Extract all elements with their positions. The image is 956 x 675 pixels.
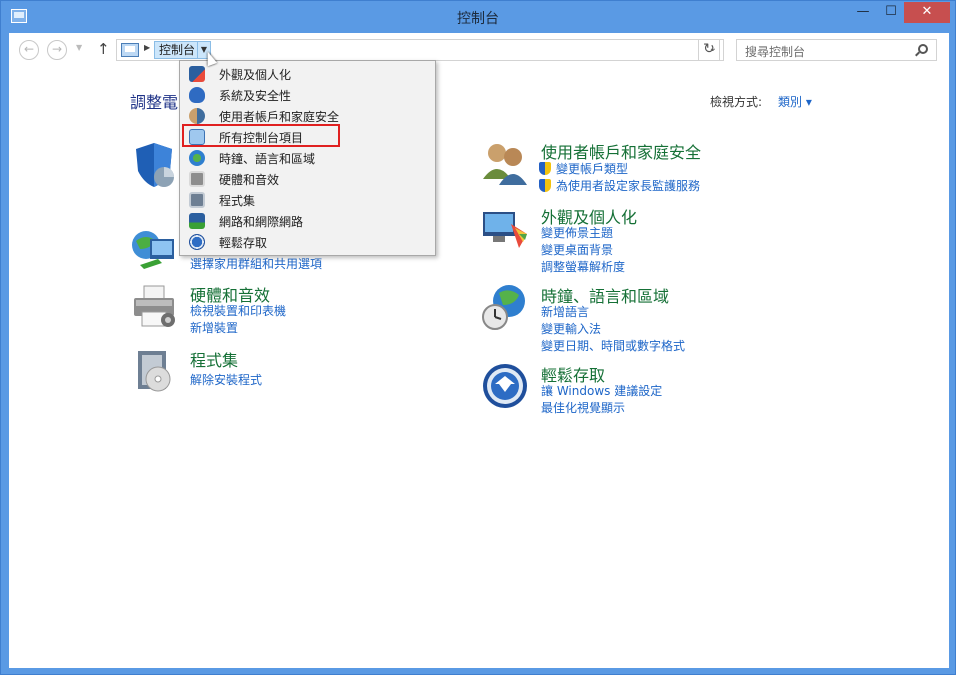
dropdown-item-label: 網路和網際網路 (219, 215, 304, 229)
dropdown-item-programs[interactable]: 程式集 (180, 190, 435, 210)
link-change-desktop-background[interactable]: 變更桌面背景 (541, 241, 613, 258)
programs-title[interactable]: 程式集 (190, 347, 238, 371)
link-devices-printers[interactable]: 檢視裝置和印表機 (190, 302, 286, 319)
link-homegroup-sharing[interactable]: 選擇家用群組和共用選項 (190, 255, 322, 272)
link-parental-controls[interactable]: 為使用者設定家長監護服務 (556, 177, 700, 194)
close-button[interactable]: ✕ (904, 2, 950, 23)
system-security-icon (189, 87, 205, 103)
page-title: 調整電 (130, 93, 179, 112)
ease-of-access-icon[interactable] (481, 362, 529, 410)
control-panel-icon (121, 43, 139, 57)
link-optimize-visual-display[interactable]: 最佳化視覺顯示 (541, 399, 625, 416)
uac-shield-icon (539, 162, 551, 175)
back-button[interactable]: ← (19, 40, 39, 60)
minimize-button[interactable]: — (848, 2, 878, 23)
dropdown-item-clock-language-region[interactable]: 時鐘、語言和區域 (180, 148, 435, 168)
breadcrumb-control-panel[interactable]: 控制台 (154, 41, 201, 59)
shield-icon[interactable] (130, 141, 178, 189)
dropdown-item-label: 外觀及個人化 (219, 68, 292, 82)
dropdown-item-user-accounts[interactable]: 使用者帳戶和家庭安全 (180, 106, 435, 126)
link-add-device[interactable]: 新增裝置 (190, 319, 238, 336)
search-input[interactable]: 搜尋控制台 (736, 39, 937, 61)
highlight-box (182, 124, 340, 147)
maximize-button[interactable]: ☐ (878, 2, 904, 23)
link-let-windows-suggest[interactable]: 讓 Windows 建議設定 (541, 382, 662, 399)
link-change-theme[interactable]: 變更佈景主題 (541, 224, 613, 241)
dropdown-item-label: 時鐘、語言和區域 (219, 152, 316, 166)
search-icon[interactable] (918, 44, 928, 54)
dropdown-item-label: 輕鬆存取 (219, 236, 268, 250)
appearance-icon[interactable] (481, 204, 529, 252)
uac-shield-icon (539, 179, 551, 192)
dropdown-item-label: 系統及安全性 (219, 89, 292, 103)
network-icon (189, 213, 205, 229)
client-area: ← → ▼ ↑ ▶ 控制台 ▼ ⌄ ↻ 搜尋控制台 調整電 檢視方式: 類別 ▾ (9, 33, 949, 668)
dropdown-item-label: 使用者帳戶和家庭安全 (219, 110, 340, 124)
forward-button[interactable]: → (47, 40, 67, 60)
control-panel-window: 控制台 — ☐ ✕ ← → ▼ ↑ ▶ 控制台 ▼ ⌄ ↻ 搜尋控制台 調整電 … (0, 0, 956, 675)
clock-globe-icon (189, 150, 205, 166)
navigation-bar: ← → ▼ ↑ ▶ 控制台 ▼ ⌄ ↻ 搜尋控制台 (9, 33, 949, 69)
link-change-account-type[interactable]: 變更帳戶類型 (556, 160, 628, 177)
search-placeholder: 搜尋控制台 (745, 45, 806, 59)
dropdown-item-network-internet[interactable]: 網路和網際網路 (180, 211, 435, 231)
dropdown-item-label: 程式集 (219, 194, 256, 208)
printer-icon (189, 171, 205, 187)
link-change-date-time-format[interactable]: 變更日期、時間或數字格式 (541, 337, 685, 354)
link-adjust-resolution[interactable]: 調整螢幕解析度 (541, 258, 625, 275)
view-by-label: 檢視方式: (710, 95, 763, 109)
network-globe-icon[interactable] (130, 225, 178, 273)
category-ease-of-access: 輕鬆存取 讓 Windows 建議設定 最佳化視覺顯示 (481, 362, 821, 418)
dropdown-item-hardware-sound[interactable]: 硬體和音效 (180, 169, 435, 189)
programs-icon (189, 192, 205, 208)
breadcrumb-dropdown-menu: 外觀及個人化 系統及安全性 使用者帳戶和家庭安全 所有控制台項目 時鐘、語言和區… (179, 60, 436, 256)
breadcrumb-separator-icon[interactable]: ▶ (144, 43, 150, 52)
dropdown-item-label: 硬體和音效 (219, 173, 280, 187)
clock-globe-icon[interactable] (481, 283, 529, 331)
link-change-input-method[interactable]: 變更輸入法 (541, 320, 601, 337)
refresh-button[interactable]: ↻ (698, 39, 720, 61)
user-accounts-icon[interactable] (481, 139, 529, 187)
up-button[interactable]: ↑ (97, 40, 110, 58)
appearance-icon (189, 66, 205, 82)
window-title: 控制台 (457, 11, 499, 27)
recent-locations-button[interactable]: ▼ (76, 43, 82, 52)
category-programs: 程式集 解除安裝程式 (130, 347, 430, 403)
category-hardware-sound: 硬體和音效 檢視裝置和印表機 新增裝置 (130, 282, 430, 338)
programs-icon[interactable] (130, 347, 178, 395)
dropdown-item-system-security[interactable]: 系統及安全性 (180, 85, 435, 105)
category-appearance: 外觀及個人化 變更佈景主題 變更桌面背景 調整螢幕解析度 (481, 204, 821, 276)
view-by-dropdown[interactable]: 類別 ▾ (778, 93, 812, 110)
link-add-language[interactable]: 新增語言 (541, 303, 589, 320)
category-clock-language-region: 時鐘、語言和區域 新增語言 變更輸入法 變更日期、時間或數字格式 (481, 283, 821, 355)
ease-of-access-icon (189, 234, 205, 250)
category-user-accounts: 使用者帳戶和家庭安全 變更帳戶類型 為使用者設定家長監護服務 (481, 139, 821, 195)
user-accounts-icon (189, 108, 205, 124)
title-bar[interactable]: 控制台 — ☐ ✕ (1, 1, 955, 33)
link-uninstall-program[interactable]: 解除安裝程式 (190, 371, 262, 388)
printer-icon[interactable] (130, 282, 178, 330)
dropdown-item-appearance[interactable]: 外觀及個人化 (180, 64, 435, 84)
dropdown-item-ease-of-access[interactable]: 輕鬆存取 (180, 232, 435, 252)
